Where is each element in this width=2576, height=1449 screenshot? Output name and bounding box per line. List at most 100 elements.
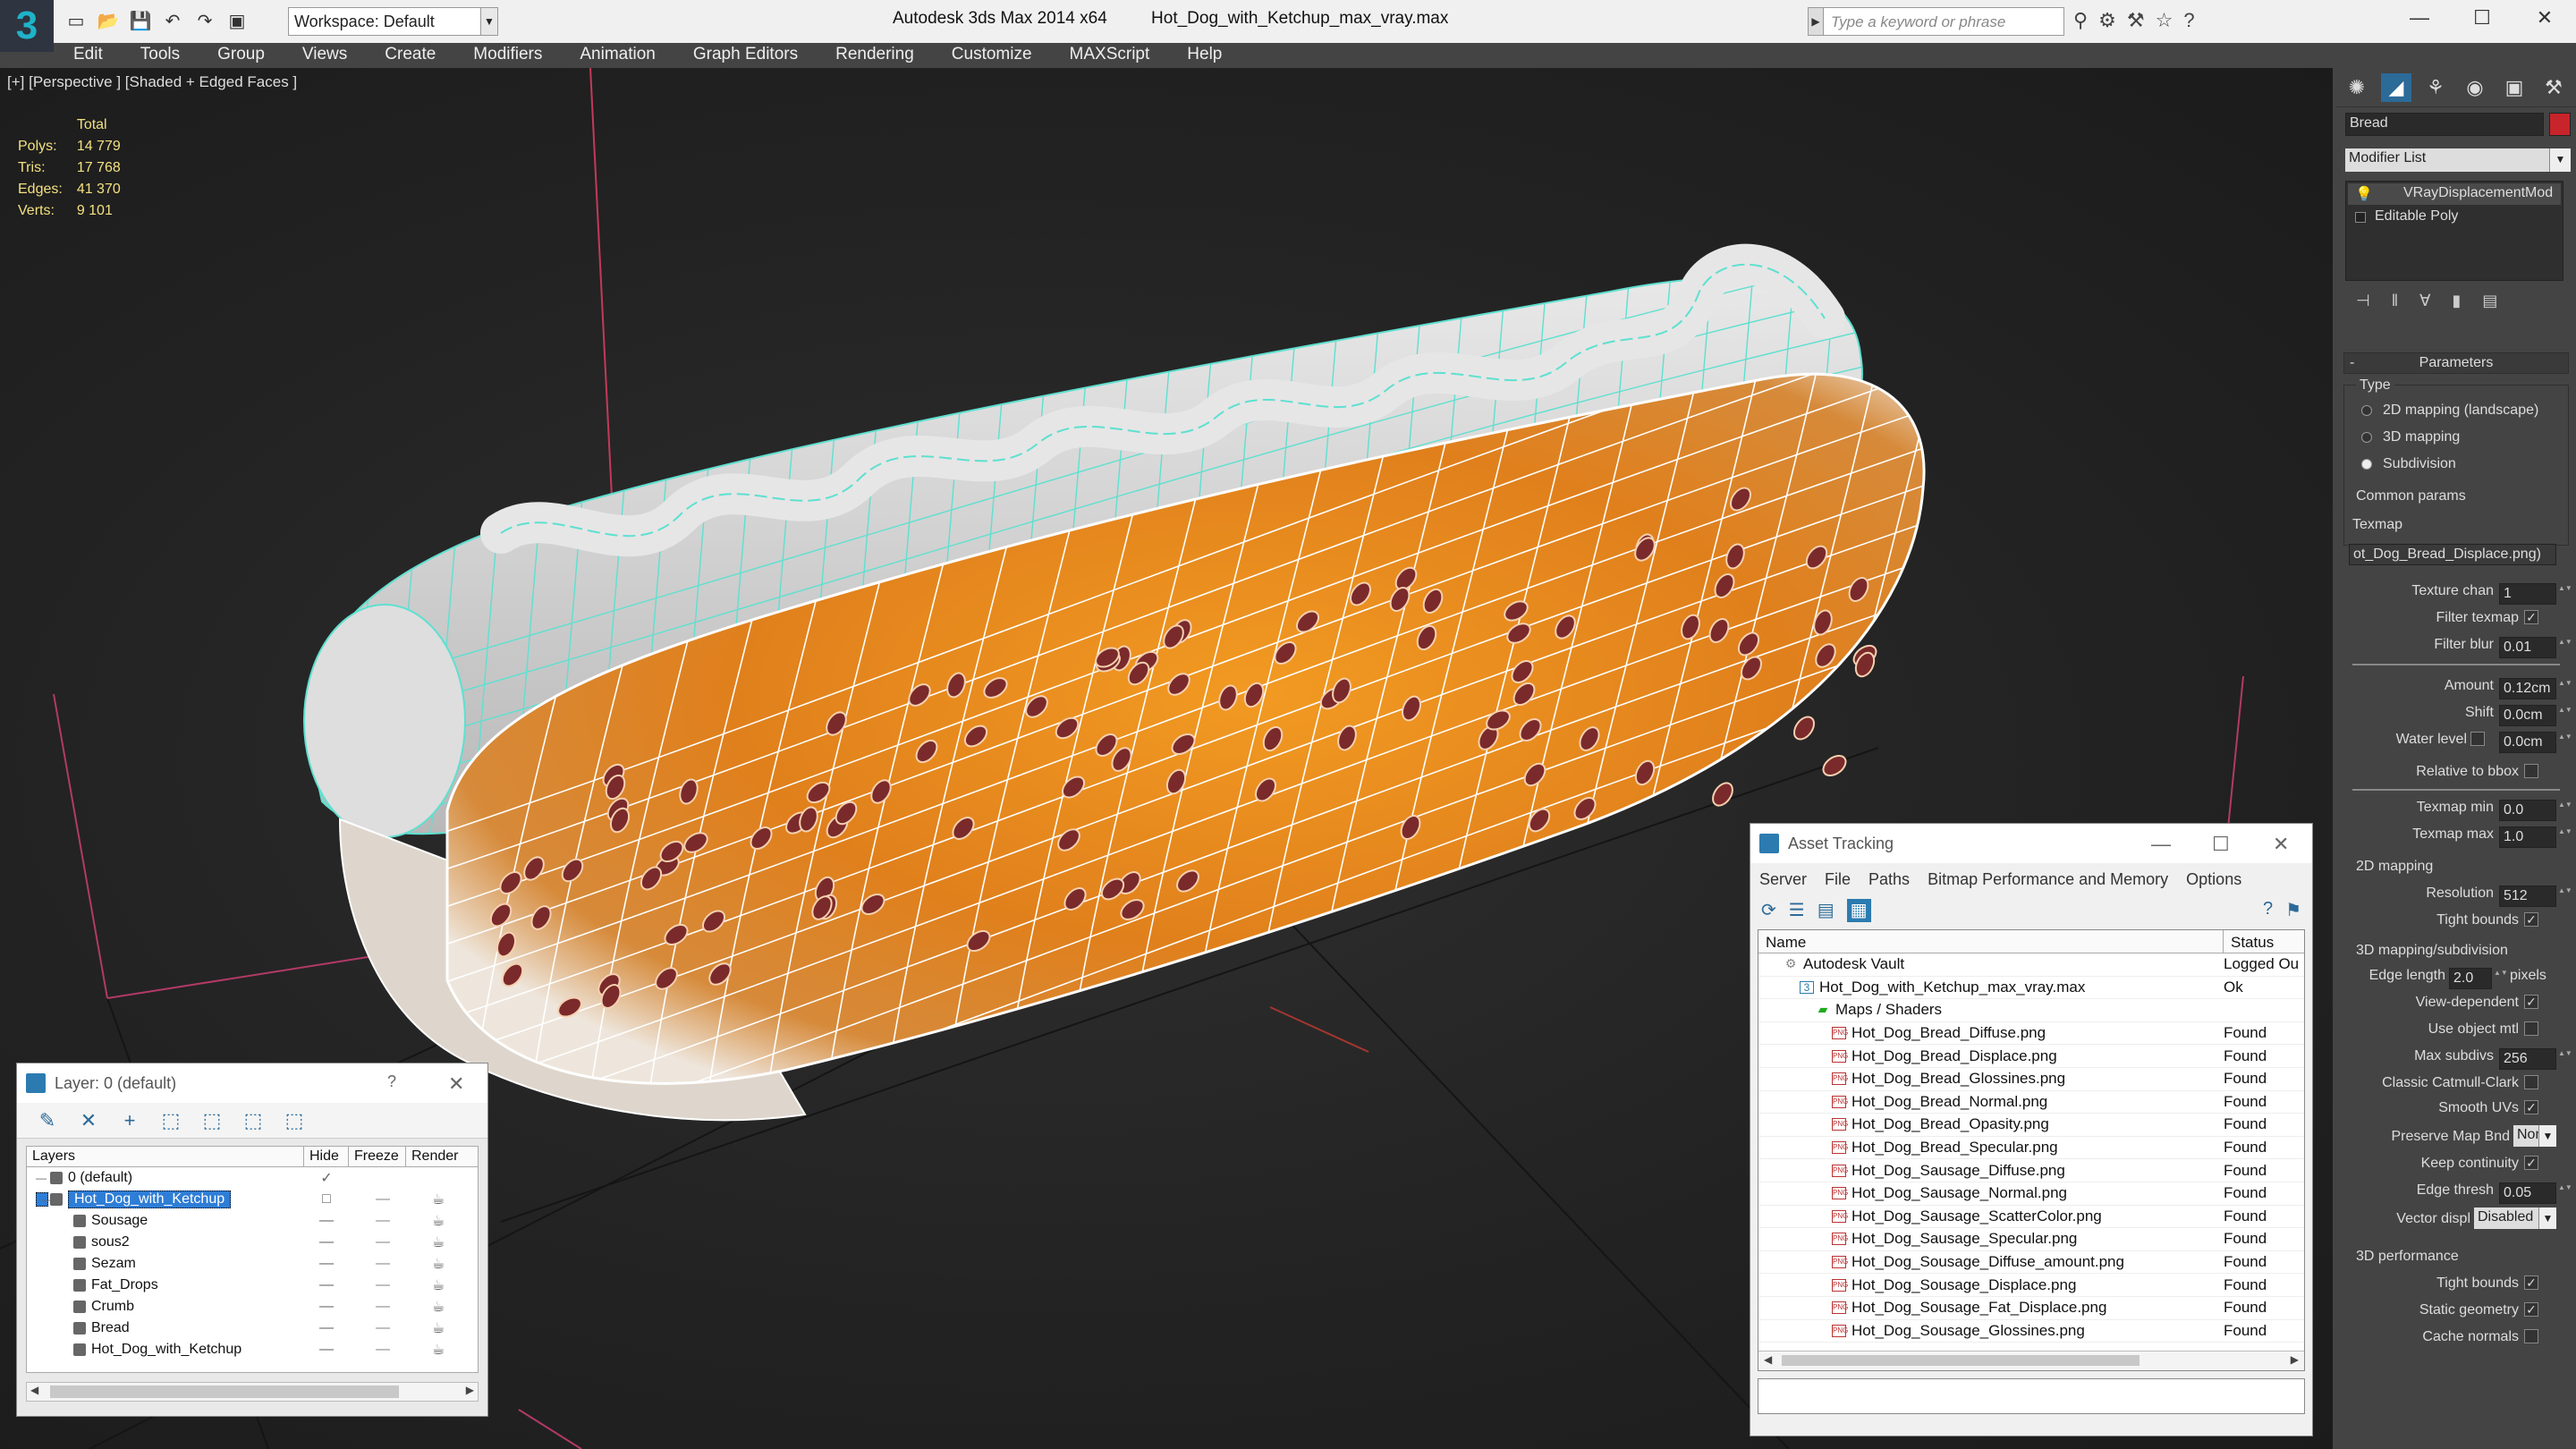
render-toggle-icon[interactable]: ☕ xyxy=(420,1319,456,1337)
menu-maxscript[interactable]: MAXScript xyxy=(1055,43,1165,66)
checkbox[interactable] xyxy=(2470,732,2485,746)
texture-chan-value-field[interactable]: 1 xyxy=(2499,583,2556,605)
layer-row[interactable]: Sezam — — ☕ xyxy=(27,1253,478,1275)
menu-customize[interactable]: Customize xyxy=(937,43,1046,66)
create-tab-icon[interactable]: ✺ xyxy=(2342,73,2372,102)
add-to-layer-icon[interactable]: + xyxy=(117,1110,142,1131)
help-icon[interactable]: ? xyxy=(2263,899,2273,922)
max-sub-value-field[interactable]: 256 xyxy=(2499,1048,2556,1070)
spinner-arrows-icon[interactable]: ▲▼ xyxy=(2558,800,2572,821)
checkbox[interactable]: ✓ xyxy=(2524,912,2538,927)
chevron-down-icon[interactable]: ▼ xyxy=(480,7,498,36)
layer-row[interactable]: — Hot_Dog_with_Ketchup □ — ☕ xyxy=(27,1189,478,1210)
lightbulb-icon[interactable]: 💡 xyxy=(2355,185,2373,203)
spinner-arrows-icon[interactable]: ▲▼ xyxy=(2558,826,2572,848)
freeze-toggle[interactable]: — xyxy=(365,1320,401,1336)
create-layer-icon[interactable]: ✎ xyxy=(35,1110,60,1131)
detail-view-icon[interactable]: ▤ xyxy=(1818,899,1835,922)
object-name-field[interactable]: Bread xyxy=(2345,113,2544,136)
spinner-arrows-icon[interactable]: ▲▼ xyxy=(2494,968,2508,989)
utilities-tab-icon[interactable]: ⚒ xyxy=(2538,73,2569,102)
freeze-column-header[interactable]: Freeze xyxy=(349,1147,406,1166)
menu-modifiers[interactable]: Modifiers xyxy=(459,43,556,66)
checkbox[interactable]: ✓ xyxy=(2524,1100,2538,1114)
checkbox[interactable] xyxy=(2524,1075,2538,1089)
layers-column-header[interactable]: Layers xyxy=(27,1147,304,1166)
asset-row[interactable]: ▰ Maps / Shaders xyxy=(1758,999,2304,1022)
menu-create[interactable]: Create xyxy=(370,43,450,66)
freeze-toggle[interactable]: — xyxy=(365,1234,401,1250)
asset-menu-server[interactable]: Server xyxy=(1759,870,1807,888)
object-color-swatch[interactable] xyxy=(2549,113,2571,136)
hide-toggle[interactable]: — xyxy=(313,1277,340,1293)
spinner-arrows-icon[interactable]: ▲▼ xyxy=(2558,732,2572,753)
hide-toggle[interactable]: — xyxy=(313,1299,340,1315)
layer-row[interactable]: Crumb — — ☕ xyxy=(27,1296,478,1318)
resolution-value-field[interactable]: 512 xyxy=(2499,886,2556,907)
expand-icon[interactable] xyxy=(2355,212,2366,223)
select-objects-icon[interactable]: ⬚ xyxy=(158,1110,183,1131)
filter-blur-value-field[interactable]: 0.01 xyxy=(2499,637,2556,658)
scroll-left-icon[interactable]: ◀ xyxy=(1764,1353,1772,1366)
expand-icon[interactable]: — xyxy=(36,1192,53,1207)
asset-row[interactable]: PNG Hot_Dog_Bread_Normal.png Found xyxy=(1758,1091,2304,1114)
chevron-down-icon[interactable]: ▼ xyxy=(2549,148,2571,172)
undo-icon[interactable]: ↶ xyxy=(159,8,186,33)
texmin-value-field[interactable]: 0.0 xyxy=(2499,800,2556,821)
layer-help-button[interactable]: ? xyxy=(387,1072,396,1091)
collapse-icon[interactable]: - xyxy=(2350,355,2354,371)
hide-toggle[interactable]: ✓ xyxy=(313,1169,340,1187)
hierarchy-tab-icon[interactable]: ⚘ xyxy=(2420,73,2451,102)
close-icon[interactable]: ✕ xyxy=(2513,0,2576,36)
remove-modifier-icon[interactable]: ▮ xyxy=(2452,292,2461,310)
hide-all-icon[interactable]: ⬚ xyxy=(241,1110,266,1131)
help-icon[interactable]: ? xyxy=(2183,9,2194,32)
subscription-icon[interactable]: ⚙ xyxy=(2098,9,2116,32)
hide-toggle[interactable]: — xyxy=(313,1256,340,1272)
binoculars-icon[interactable]: ⚲ xyxy=(2073,9,2088,32)
freeze-toggle[interactable]: — xyxy=(365,1191,401,1208)
layer-row[interactable]: Sousage — — ☕ xyxy=(27,1210,478,1232)
texmax-value-field[interactable]: 1.0 xyxy=(2499,826,2556,848)
amount-value-field[interactable]: 0.12cm xyxy=(2499,678,2556,699)
menu-animation[interactable]: Animation xyxy=(565,43,670,66)
hide-toggle[interactable]: — xyxy=(313,1213,340,1229)
hide-toggle[interactable]: — xyxy=(313,1342,340,1358)
asset-row[interactable]: PNG Hot_Dog_Sousage_Fat_Displace.png Found xyxy=(1758,1297,2304,1320)
close-icon[interactable]: ✕ xyxy=(448,1072,464,1096)
modifier-list-dropdown[interactable]: Modifier List ▼ xyxy=(2345,148,2571,172)
asset-row[interactable]: PNG Hot_Dog_Bread_Displace.png Found xyxy=(1758,1045,2304,1068)
checkbox[interactable]: ✓ xyxy=(2524,610,2538,624)
render-column-header[interactable]: Render xyxy=(406,1147,462,1166)
chevron-down-icon[interactable]: ▼ xyxy=(2538,1125,2556,1147)
status-column-header[interactable]: Status xyxy=(2224,930,2304,953)
menu-group[interactable]: Group xyxy=(203,43,279,66)
freeze-toggle[interactable]: — xyxy=(365,1299,401,1315)
edge-thresh-value-field[interactable]: 0.05 xyxy=(2499,1182,2556,1204)
hide-toggle[interactable]: □ xyxy=(313,1191,340,1208)
layer-row[interactable]: — 0 (default) ✓ xyxy=(27,1167,478,1189)
app-logo-button[interactable]: 3 xyxy=(0,0,54,52)
scrollbar-thumb[interactable] xyxy=(50,1385,399,1398)
search-input[interactable]: ▶ Type a keyword or phrase xyxy=(1808,7,2064,36)
layer-horizontal-scrollbar[interactable]: ◀ ▶ xyxy=(26,1382,479,1402)
asset-row[interactable]: 3 Hot_Dog_with_Ketchup_max_vray.max Ok xyxy=(1758,977,2304,1000)
asset-row[interactable]: ⚙ Autodesk Vault Logged Ou xyxy=(1758,953,2304,977)
asset-row[interactable]: PNG Hot_Dog_Sausage_Diffuse.png Found xyxy=(1758,1159,2304,1182)
checkbox[interactable] xyxy=(2524,1329,2538,1343)
freeze-toggle[interactable]: — xyxy=(365,1342,401,1358)
render-toggle-icon[interactable]: ☕ xyxy=(420,1276,456,1294)
highlight-layer-icon[interactable]: ⬚ xyxy=(199,1110,225,1131)
menu-graph-editors[interactable]: Graph Editors xyxy=(679,43,812,66)
menu-tools[interactable]: Tools xyxy=(126,43,194,66)
asset-horizontal-scrollbar[interactable]: ◀ ▶ xyxy=(1758,1351,2304,1370)
asset-row[interactable]: PNG Hot_Dog_Bread_Specular.png Found xyxy=(1758,1137,2304,1160)
spinner-arrows-icon[interactable]: ▲▼ xyxy=(2558,678,2572,699)
type-radio[interactable] xyxy=(2361,405,2372,416)
spinner-arrows-icon[interactable]: ▲▼ xyxy=(2558,583,2572,605)
display-tab-icon[interactable]: ▣ xyxy=(2499,73,2529,102)
type-radio[interactable] xyxy=(2361,459,2372,470)
chevron-down-icon[interactable]: ▼ xyxy=(2538,1208,2556,1229)
name-column-header[interactable]: Name xyxy=(1758,930,2224,953)
save-file-icon[interactable]: 💾 xyxy=(127,8,154,33)
